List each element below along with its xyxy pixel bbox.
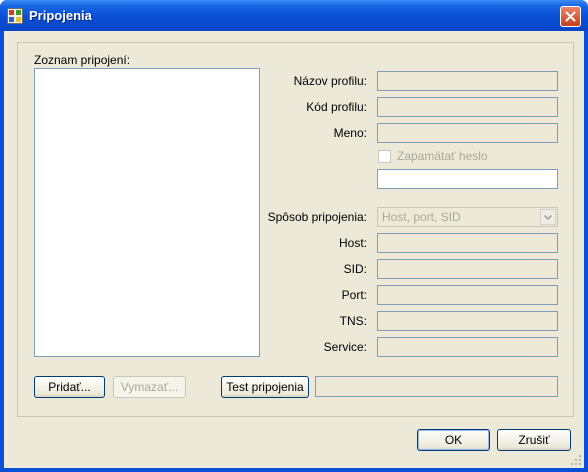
- close-icon: [565, 11, 576, 22]
- cancel-button[interactable]: Zrušiť: [497, 429, 571, 451]
- profile-name-label: Názov profilu:: [293, 74, 367, 88]
- dialog-client-area: Zoznam pripojení: Názov profilu: Kód pro…: [4, 31, 584, 468]
- connection-method-value: Host, port, SID: [382, 210, 461, 224]
- test-connection-button[interactable]: Test pripojenia: [221, 376, 309, 398]
- connection-list[interactable]: [34, 68, 260, 357]
- chevron-down-icon: [543, 214, 553, 221]
- profile-name-field[interactable]: [377, 71, 558, 91]
- dialog-window: Pripojenia Zoznam pripojení: Názov profi…: [0, 0, 588, 472]
- tns-label: TNS:: [339, 314, 367, 328]
- profile-code-label: Kód profilu:: [306, 100, 367, 114]
- delete-connection-button[interactable]: Vymazať...: [113, 376, 186, 398]
- add-connection-button[interactable]: Pridať...: [34, 376, 105, 398]
- dropdown-arrow-button[interactable]: [540, 209, 556, 225]
- connection-panel: Zoznam pripojení: Názov profilu: Kód pro…: [17, 42, 574, 417]
- connection-method-select[interactable]: Host, port, SID: [377, 207, 558, 227]
- sid-label: SID:: [343, 262, 367, 276]
- service-field[interactable]: [377, 337, 558, 357]
- username-label: Meno:: [333, 126, 367, 140]
- close-button[interactable]: [560, 6, 581, 27]
- service-label: Service:: [323, 340, 367, 354]
- resize-grip-icon[interactable]: [570, 454, 582, 466]
- connection-list-label: Zoznam pripojení:: [34, 53, 131, 67]
- sid-field[interactable]: [377, 259, 558, 279]
- password-field[interactable]: [377, 169, 558, 189]
- remember-password-label: Zapamätať heslo: [397, 149, 488, 163]
- username-field[interactable]: [377, 123, 558, 143]
- profile-code-field[interactable]: [377, 97, 558, 117]
- port-field[interactable]: [377, 285, 558, 305]
- tns-field[interactable]: [377, 311, 558, 331]
- remember-password-checkbox[interactable]: [378, 150, 391, 163]
- host-label: Host:: [338, 236, 367, 250]
- port-label: Port:: [341, 288, 367, 302]
- ok-button[interactable]: OK: [417, 429, 490, 451]
- connection-method-label: Spôsob pripojenia:: [267, 210, 367, 224]
- title-bar[interactable]: Pripojenia: [0, 0, 588, 31]
- app-icon: [7, 8, 23, 24]
- window-title: Pripojenia: [29, 8, 92, 23]
- test-result-field: [315, 376, 558, 397]
- host-field[interactable]: [377, 233, 558, 253]
